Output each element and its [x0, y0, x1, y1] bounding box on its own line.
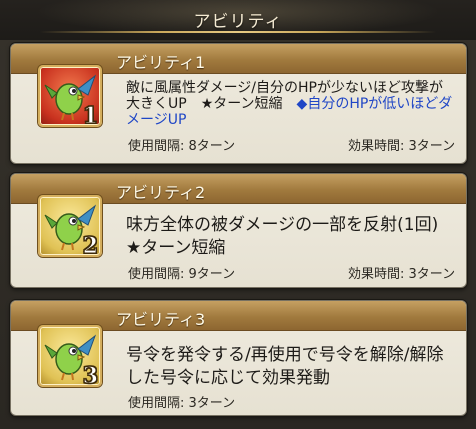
- ability-card-2[interactable]: アビリティ2 2 味方全体の被ダメージの一部を反射(1回) ★ターン短縮 使用間…: [10, 173, 467, 288]
- ability-number: 3: [82, 363, 98, 390]
- ability-description: 号令を発令する/再使用で号令を解除/解除した号令に応じて効果発動: [126, 345, 444, 388]
- ability-number: 1: [82, 103, 98, 130]
- panel-title: アビリティ: [193, 12, 283, 32]
- ability-panel: アビリティ アビリティ1 1 敵に風属性ダメージ/自分のHPが少ないほど攻撃が大…: [0, 0, 476, 429]
- ability-card-3[interactable]: アビリティ3 3 号令を発令する/再使用で号令を解除/解除した号令に応じて効果発…: [10, 300, 467, 416]
- ability-duration: 効果時間: 3ターン: [348, 139, 456, 154]
- ability-icon-2[interactable]: 2: [38, 195, 102, 260]
- ability-cooldown: 使用間隔: 8ターン: [128, 139, 236, 154]
- ability-cooldown: 使用間隔: 3ターン: [128, 396, 236, 411]
- ability-description: 味方全体の被ダメージの一部を反射(1回) ★ターン短縮: [126, 215, 456, 258]
- ability-duration: 効果時間: 3ターン: [348, 267, 456, 282]
- ability-card-1[interactable]: アビリティ1 1 敵に風属性ダメージ/自分のHPが少ないほど攻撃が大きくUP ★…: [10, 43, 467, 164]
- ability-icon-3[interactable]: 3: [38, 325, 102, 390]
- ability-name: アビリティ2: [116, 183, 206, 202]
- panel-header: アビリティ: [0, 0, 476, 40]
- ability-cooldown: 使用間隔: 9ターン: [128, 267, 236, 282]
- ability-number: 2: [82, 233, 98, 260]
- ability-name: アビリティ3: [116, 310, 206, 329]
- ability-icon-1[interactable]: 1: [38, 65, 102, 130]
- ability-description: 敵に風属性ダメージ/自分のHPが少ないほど攻撃が大きくUP ★ターン短縮 ◆自分…: [126, 80, 456, 128]
- ability-name: アビリティ1: [116, 53, 206, 72]
